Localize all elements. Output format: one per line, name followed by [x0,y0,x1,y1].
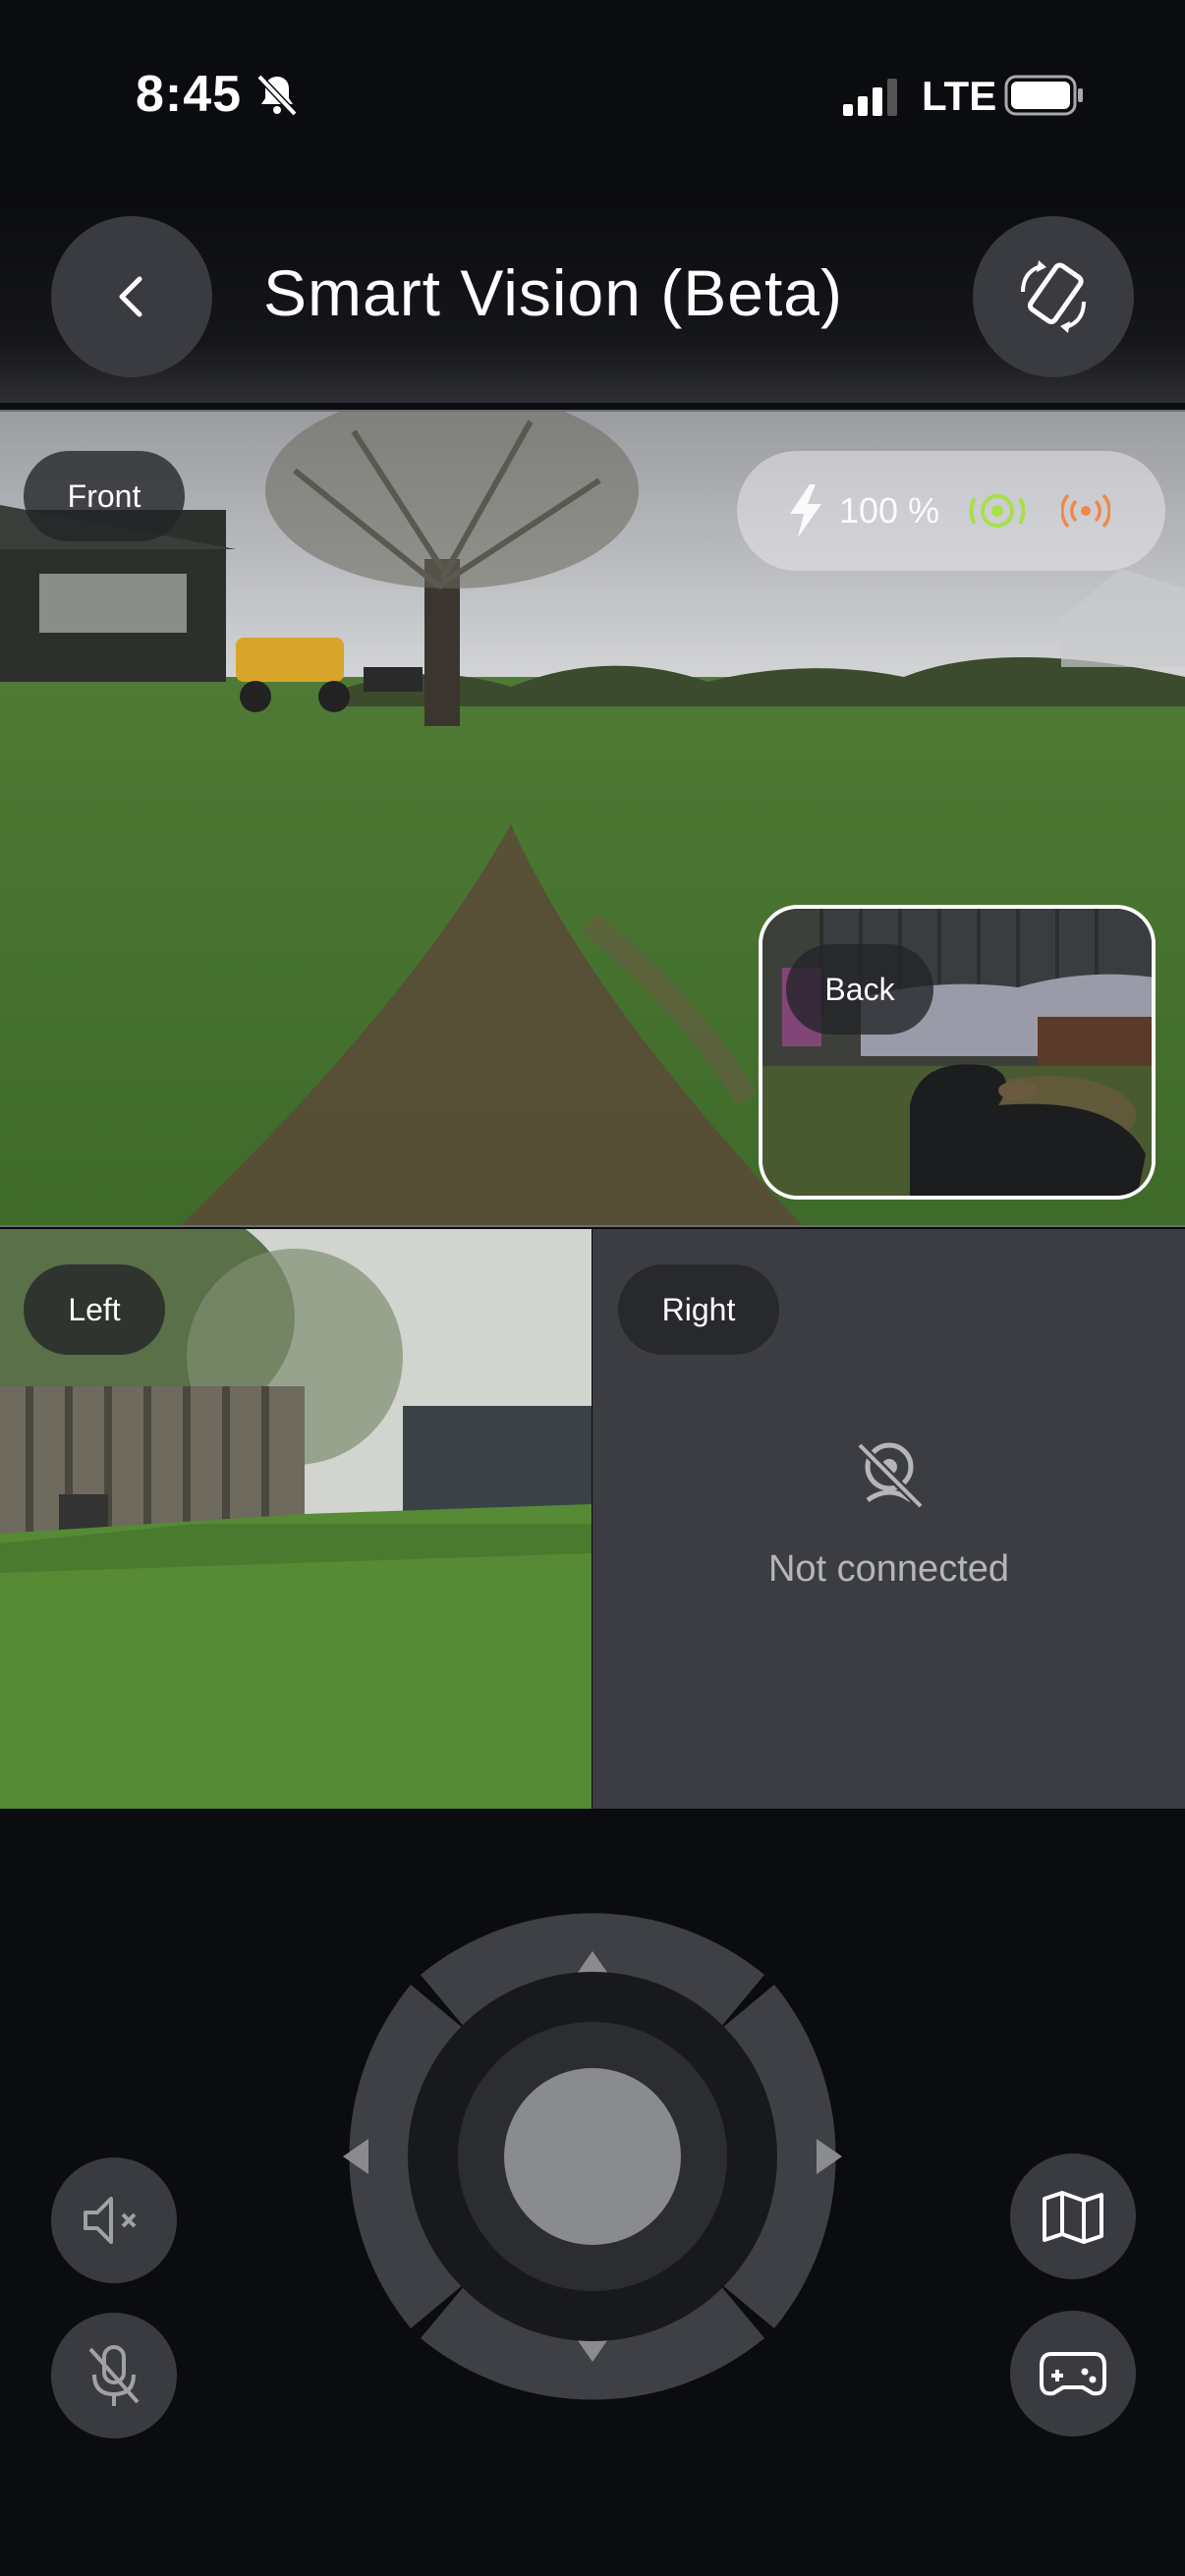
joystick [343,1913,842,2400]
right-camera-label: Right [618,1264,779,1355]
left-camera-view[interactable]: Left [0,1229,592,1809]
broadcast-signal-icon [1061,493,1111,529]
lightning-icon [790,484,821,537]
gps-signal-icon [969,494,1026,528]
bell-muted-icon [256,74,298,117]
back-button[interactable] [51,216,212,377]
page-title: Smart Vision (Beta) [263,256,843,329]
cellular-signal-icon [843,79,897,116]
right-camera-status: Not connected [767,1548,1010,1590]
mute-speaker-button[interactable] [51,2157,177,2283]
battery-icon [1004,75,1083,116]
gamepad-icon [1040,2352,1106,2396]
map-button[interactable] [1010,2154,1136,2279]
back-camera-label: Back [786,944,933,1035]
back-camera-thumbnail[interactable]: Back [759,905,1156,1200]
rotate-screen-button[interactable] [973,216,1134,377]
network-type: LTE [922,73,997,119]
control-panel [0,1810,1185,2576]
left-camera-label: Left [24,1264,165,1355]
map-icon [1043,2191,1103,2244]
front-camera-label: Front [24,451,185,541]
header: Smart Vision (Beta) [0,196,1185,403]
mic-off-icon [88,2345,140,2406]
status-bar: 8:45 LTE [0,0,1185,187]
right-camera-view[interactable]: Right Not connected [592,1229,1185,1809]
speaker-muted-icon [84,2197,137,2244]
front-camera-view[interactable]: Front 100 % Back [0,410,1185,1227]
battery-percentage: 100 % [839,490,940,531]
microphone-button[interactable] [51,2313,177,2438]
joystick-knob[interactable] [504,2068,681,2245]
chevron-left-icon [119,276,142,317]
status-time: 8:45 [136,66,243,123]
device-status-pill: 100 % [737,451,1165,571]
screen-rotate-icon [1021,260,1086,333]
camera-off-icon [856,1441,925,1510]
gamepad-button[interactable] [1010,2311,1136,2436]
